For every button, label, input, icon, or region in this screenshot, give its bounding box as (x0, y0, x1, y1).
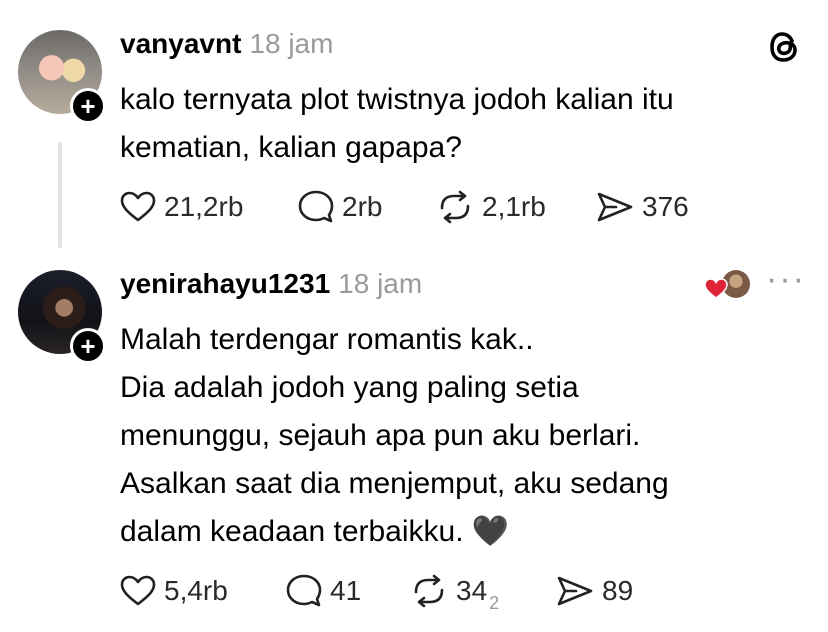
comment-icon (286, 574, 322, 607)
send-icon (597, 192, 633, 222)
red-heart-icon (704, 278, 728, 299)
post-text-line: kalo ternyata plot twistnya jodoh kalian… (120, 83, 674, 116)
username[interactable]: vanyavnt (120, 28, 241, 60)
reply-header: yenirahayu1231 18 jam (120, 268, 422, 300)
post-actions: 21,2rb 2rb 2,1rb 376 (120, 190, 689, 224)
reply-text-line: Asalkan saat dia menjemput, aku sedang (120, 467, 669, 500)
share-button[interactable]: 376 (596, 191, 689, 223)
follow-plus-button[interactable]: + (70, 88, 106, 124)
follow-plus-button[interactable]: + (70, 328, 106, 364)
reply-text: Malah terdengar romantis kak.. Dia adala… (120, 316, 810, 556)
heart-icon (120, 191, 156, 222)
reply-button[interactable]: 41 (286, 574, 410, 608)
comment-icon (298, 190, 334, 223)
send-icon (557, 576, 593, 606)
repost-icon (440, 190, 470, 224)
reply-text-line: dalam keadaan terbaikku. 🖤 (120, 515, 510, 548)
repost-extra-count: 2 (489, 592, 500, 613)
repost-icon (414, 574, 444, 608)
thread-connector-line (58, 142, 62, 248)
reply-text-line: Malah terdengar romantis kak.. (120, 323, 534, 356)
like-button[interactable]: 21,2rb (120, 191, 298, 223)
share-count: 89 (602, 575, 634, 606)
heart-icon (120, 575, 156, 606)
like-count: 21,2rb (164, 191, 244, 222)
repost-count: 34 (456, 575, 488, 606)
reply-count: 41 (330, 575, 362, 606)
reply-actions: 5,4rb 41 34 2 89 (120, 574, 633, 613)
reply-text-line: Dia adalah jodoh yang paling setia (120, 371, 579, 404)
reply-count: 2rb (342, 191, 383, 222)
repost-button[interactable]: 2,1rb (436, 190, 596, 224)
repost-button[interactable]: 34 2 (410, 574, 556, 613)
username[interactable]: yenirahayu1231 (120, 268, 330, 300)
reply-button[interactable]: 2rb (298, 190, 436, 224)
share-count: 376 (642, 191, 689, 222)
more-options-icon[interactable]: ··· (766, 260, 806, 299)
like-button[interactable]: 5,4rb (120, 575, 286, 607)
threads-logo-icon[interactable] (768, 28, 802, 71)
repost-count: 2,1rb (482, 191, 546, 222)
share-button[interactable]: 89 (556, 575, 633, 607)
like-count: 5,4rb (164, 575, 228, 606)
post-header: vanyavnt 18 jam (120, 28, 333, 60)
reply-text-line: menunggu, sejauh apa pun aku berlari. (120, 419, 641, 452)
timestamp: 18 jam (249, 28, 334, 59)
post-text-line: kematian, kalian gapapa? (120, 131, 462, 164)
liked-by-author-indicator[interactable] (704, 270, 752, 300)
post-text: kalo ternyata plot twistnya jodoh kalian… (120, 76, 800, 172)
timestamp: 18 jam (338, 268, 423, 299)
